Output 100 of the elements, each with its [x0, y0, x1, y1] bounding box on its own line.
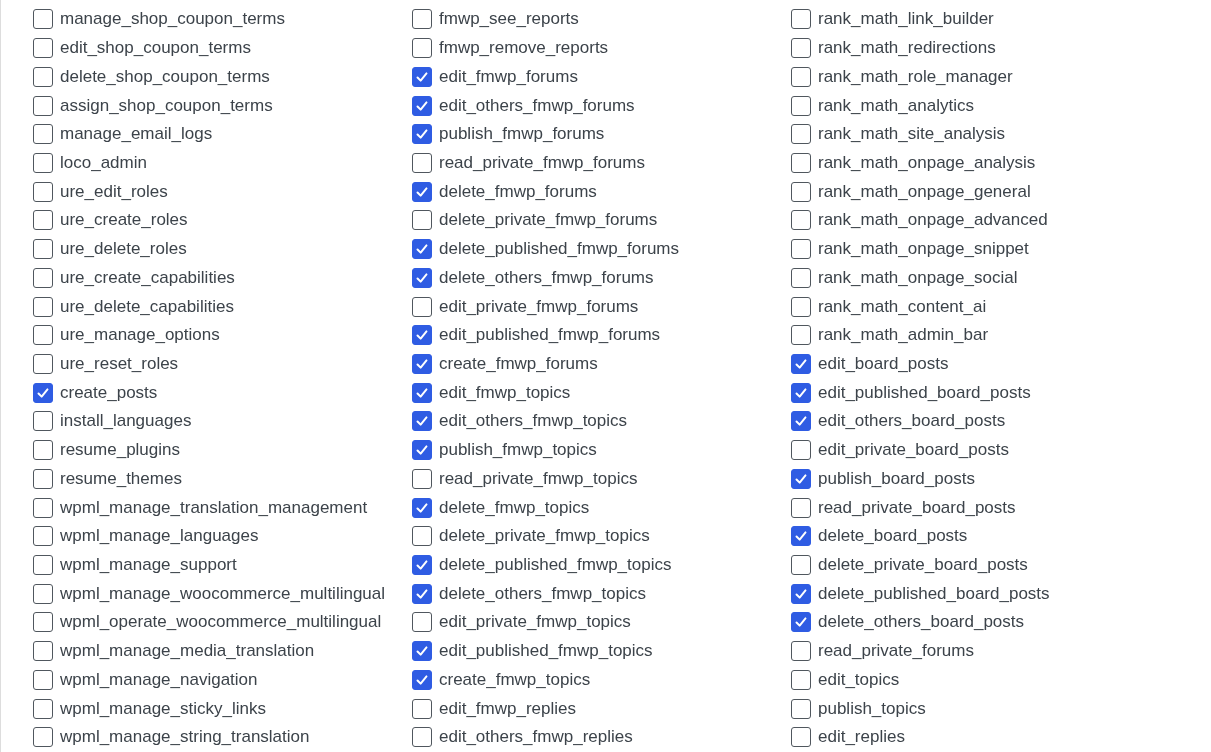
checkbox[interactable] — [791, 669, 811, 690]
capability-label: rank_math_redirections — [818, 38, 996, 59]
capability-label: delete_fmwp_topics — [439, 497, 590, 518]
checkbox[interactable] — [412, 612, 432, 633]
checkbox[interactable] — [791, 124, 811, 145]
capability-label: rank_math_admin_bar — [818, 325, 989, 346]
checkbox[interactable] — [791, 296, 811, 317]
capability-label: rank_math_analytics — [818, 95, 974, 116]
capability-label: publish_topics — [818, 698, 926, 719]
checkbox[interactable] — [791, 526, 811, 547]
checkbox[interactable] — [33, 698, 53, 719]
checkbox[interactable] — [791, 698, 811, 719]
checkbox[interactable] — [33, 124, 53, 145]
checkbox[interactable] — [791, 468, 811, 489]
checkbox[interactable] — [791, 641, 811, 662]
checkbox[interactable] — [412, 296, 432, 317]
checkbox[interactable] — [33, 382, 53, 403]
checkbox[interactable] — [412, 325, 432, 346]
checkbox[interactable] — [412, 497, 432, 518]
capability-label: publish_board_posts — [818, 468, 975, 489]
capability-label: install_languages — [60, 411, 192, 432]
checkbox[interactable] — [412, 66, 432, 87]
capability-label: edit_shop_coupon_terms — [60, 38, 251, 59]
checkbox[interactable] — [33, 325, 53, 346]
checkbox[interactable] — [33, 66, 53, 87]
checkbox[interactable] — [33, 497, 53, 518]
checkbox[interactable] — [412, 669, 432, 690]
checkbox[interactable] — [791, 239, 811, 260]
checkbox[interactable] — [412, 555, 432, 575]
checkbox[interactable] — [791, 727, 811, 748]
capability-label: delete_shop_coupon_terms — [60, 66, 270, 87]
checkbox[interactable] — [33, 440, 53, 461]
capability-label: ure_manage_options — [60, 325, 220, 346]
checkbox[interactable] — [33, 583, 53, 604]
checkbox[interactable] — [412, 698, 432, 719]
checkbox[interactable] — [791, 325, 811, 346]
capability-label: wpml_manage_media_translation — [60, 641, 315, 662]
checkbox[interactable] — [791, 555, 811, 575]
checkbox[interactable] — [33, 296, 53, 317]
checkbox[interactable] — [412, 181, 432, 202]
capability-label: delete_others_board_posts — [818, 612, 1025, 633]
checkbox[interactable] — [791, 210, 811, 231]
checkbox[interactable] — [33, 267, 53, 288]
checkbox[interactable] — [33, 152, 53, 173]
checkbox[interactable] — [33, 727, 53, 748]
checkbox[interactable] — [412, 9, 432, 30]
checkbox[interactable] — [412, 152, 432, 173]
capability-label: wpml_manage_translation_management — [60, 497, 368, 518]
checkbox[interactable] — [791, 583, 811, 604]
checkbox[interactable] — [33, 210, 53, 231]
checkbox[interactable] — [791, 66, 811, 87]
checkbox[interactable] — [791, 9, 811, 30]
checkbox[interactable] — [33, 95, 53, 116]
checkbox[interactable] — [791, 38, 811, 59]
checkbox[interactable] — [33, 641, 53, 662]
checkbox[interactable] — [412, 354, 432, 374]
checkbox[interactable] — [791, 411, 811, 432]
checkbox[interactable] — [791, 612, 811, 633]
checkbox[interactable] — [412, 583, 432, 604]
capability-label: rank_math_onpage_social — [818, 267, 1018, 288]
checkbox[interactable] — [412, 727, 432, 748]
checkbox[interactable] — [791, 95, 811, 116]
checkbox[interactable] — [791, 181, 811, 202]
checkbox[interactable] — [791, 267, 811, 288]
checkbox[interactable] — [33, 354, 53, 374]
checkbox[interactable] — [33, 612, 53, 633]
checkbox[interactable] — [33, 9, 53, 30]
checkbox[interactable] — [412, 239, 432, 260]
checkbox[interactable] — [412, 267, 432, 288]
checkbox[interactable] — [791, 354, 811, 374]
checkbox[interactable] — [791, 382, 811, 403]
checkbox[interactable] — [33, 526, 53, 547]
capability-label: rank_math_onpage_snippet — [818, 239, 1029, 260]
checkbox[interactable] — [412, 210, 432, 231]
checkbox[interactable] — [33, 669, 53, 690]
checkbox[interactable] — [412, 468, 432, 489]
capability-label: wpml_operate_woocommerce_multilingual — [60, 612, 382, 633]
checkbox[interactable] — [33, 181, 53, 202]
capability-label: edit_published_fmwp_topics — [439, 641, 653, 662]
checkbox[interactable] — [791, 497, 811, 518]
checkbox[interactable] — [412, 382, 432, 403]
checkbox[interactable] — [412, 440, 432, 461]
capability-label: delete_fmwp_forums — [439, 181, 597, 202]
checkbox[interactable] — [33, 239, 53, 260]
checkbox[interactable] — [33, 555, 53, 575]
checkbox[interactable] — [791, 152, 811, 173]
capability-label: edit_private_fmwp_forums — [439, 296, 639, 317]
checkbox[interactable] — [412, 641, 432, 662]
checkbox[interactable] — [412, 526, 432, 547]
checkbox[interactable] — [33, 38, 53, 59]
checkbox[interactable] — [412, 124, 432, 145]
checkbox[interactable] — [412, 38, 432, 59]
checkbox[interactable] — [791, 440, 811, 461]
checkbox[interactable] — [412, 95, 432, 116]
checkbox[interactable] — [412, 411, 432, 432]
checkbox[interactable] — [33, 411, 53, 432]
checkbox[interactable] — [33, 468, 53, 489]
capability-label: delete_board_posts — [818, 526, 968, 547]
capability-label: wpml_manage_languages — [60, 526, 259, 547]
capability-label: delete_private_board_posts — [818, 555, 1028, 575]
